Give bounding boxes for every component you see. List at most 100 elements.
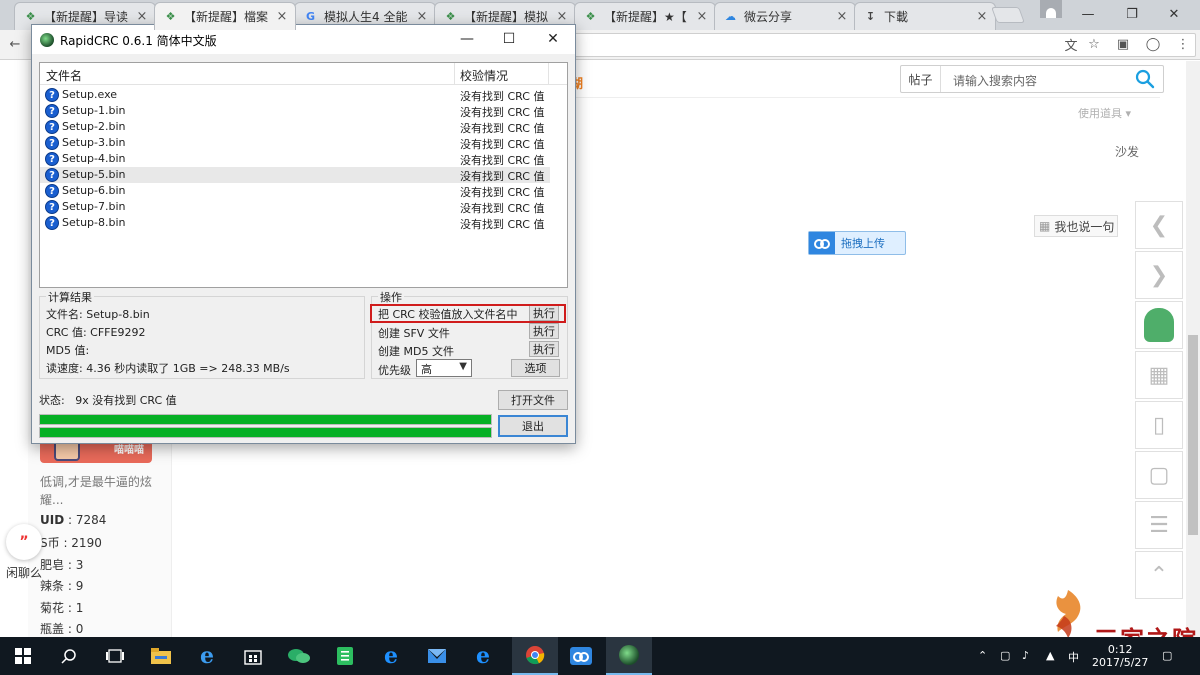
close-icon[interactable]: × <box>835 9 849 24</box>
unknown-crc-icon: ? <box>45 168 59 182</box>
close-icon[interactable]: × <box>275 9 289 24</box>
result-crc: CRC 值: CFFE9292 <box>46 326 146 339</box>
file-row[interactable]: ? Setup-6.bin 没有找到 CRC 值 <box>40 183 550 199</box>
file-name: Setup-7.bin <box>62 200 126 213</box>
file-row[interactable]: ? Setup-1.bin 没有找到 CRC 值 <box>40 103 550 119</box>
execute-create-sfv-button[interactable]: 执行 <box>529 323 559 339</box>
file-name: Setup-8.bin <box>62 216 126 229</box>
weiyun-icon[interactable] <box>558 637 604 675</box>
unknown-crc-icon: ? <box>45 216 59 230</box>
floor-label: 沙发 <box>1115 145 1140 159</box>
column-header-filename[interactable]: 文件名 <box>40 63 455 85</box>
priority-select[interactable]: 高 ▼ <box>416 359 472 377</box>
file-row[interactable]: ? Setup-3.bin 没有找到 CRC 值 <box>40 135 550 151</box>
drag-upload-button[interactable]: 拖拽上传 <box>808 231 906 255</box>
close-icon[interactable]: × <box>975 9 989 24</box>
mobile-icon[interactable]: ▯ <box>1135 401 1183 449</box>
search-icon[interactable] <box>1135 69 1155 89</box>
tray-app-icon[interactable]: ▢ <box>1000 649 1010 662</box>
reply-button[interactable]: ▦ 我也说一句 <box>1034 215 1118 237</box>
options-button[interactable]: 选项 <box>511 359 560 377</box>
browser-tabstrip: ❖ 【新提醒】导读 × ❖ 【新提醒】檔案 × G 模拟人生4 全能 × ❖ 【… <box>0 0 1200 30</box>
browser-tab[interactable]: ☁ 微云分享 × <box>714 2 856 30</box>
use-tools-link[interactable]: 使用道具 ▾ <box>1078 105 1131 121</box>
tray-chevron-icon[interactable]: ⌃ <box>978 649 987 662</box>
file-row[interactable]: ? Setup-4.bin 没有找到 CRC 值 <box>40 151 550 167</box>
browser-tab[interactable]: ❖ 【新提醒】★【 × <box>574 2 716 30</box>
file-name: Setup-2.bin <box>62 120 126 133</box>
download-icon: ↧ <box>865 10 876 23</box>
wechat-icon[interactable] <box>276 637 322 675</box>
close-window-icon[interactable]: ✕ <box>1164 4 1184 24</box>
file-name: Setup.exe <box>62 88 118 101</box>
chrome-icon[interactable] <box>512 637 558 675</box>
progress-fill <box>40 428 491 437</box>
file-status: 没有找到 CRC 值 <box>460 90 545 103</box>
task-view-icon[interactable] <box>92 637 138 675</box>
evernote-icon[interactable] <box>322 637 368 675</box>
profile-icon[interactable] <box>1040 0 1062 18</box>
side-rail: ❮ ❯ ▦ ▯ ▢ ☰ ⌃ <box>1135 201 1183 601</box>
search-category[interactable]: 帖子 <box>901 66 941 92</box>
menu-icon[interactable]: ⋮ <box>1174 35 1192 53</box>
shield-icon[interactable]: ◯ <box>1144 35 1162 53</box>
minimize-icon[interactable]: — <box>456 29 478 49</box>
rapidcrc-icon <box>40 33 54 47</box>
unknown-crc-icon: ? <box>45 104 59 118</box>
execute-create-md5-button[interactable]: 执行 <box>529 341 559 357</box>
restore-icon[interactable]: ❐ <box>1122 4 1142 24</box>
ime-icon[interactable]: 中 <box>1068 649 1079 665</box>
system-clock[interactable]: 0:12 2017/5/27 <box>1092 643 1148 669</box>
progress-bar-total <box>39 427 492 438</box>
browser-tab[interactable]: ↧ 下載 × <box>854 2 996 30</box>
next-arrow-icon[interactable]: ❯ <box>1135 251 1183 299</box>
file-row[interactable]: ? Setup-7.bin 没有找到 CRC 值 <box>40 199 550 215</box>
priority-label: 优先级 <box>378 364 411 377</box>
minimize-icon[interactable]: — <box>1078 4 1098 24</box>
title-bar[interactable]: RapidCRC 0.6.1 简体中文版 — ☐ ✕ <box>32 25 575 54</box>
ie-icon[interactable]: e <box>460 637 506 675</box>
file-row[interactable]: ? Setup-5.bin 没有找到 CRC 值 <box>40 167 550 183</box>
edge-icon[interactable]: e <box>184 637 230 675</box>
action-center-icon[interactable]: ▢ <box>1162 649 1172 662</box>
bookmark-star-icon[interactable]: ☆ <box>1085 35 1103 53</box>
close-icon[interactable]: × <box>415 9 429 24</box>
file-list[interactable]: 文件名 校验情况 ? Setup.exe 没有找到 CRC 值? Setup-1.bi… <box>39 62 568 288</box>
maximize-icon[interactable]: ☐ <box>498 29 520 49</box>
close-icon[interactable]: ✕ <box>542 29 564 49</box>
qrcode-icon[interactable]: ▦ <box>1135 351 1183 399</box>
open-file-button[interactable]: 打开文件 <box>498 390 568 410</box>
translate-icon[interactable]: 文 <box>1062 35 1080 54</box>
forum-icon: ❖ <box>25 10 36 23</box>
comment-icon[interactable]: ▢ <box>1135 451 1183 499</box>
mail-icon[interactable] <box>414 637 460 675</box>
column-header-status[interactable]: 校验情况 <box>455 63 549 85</box>
list-icon[interactable]: ☰ <box>1135 501 1183 549</box>
rapidcrc-icon[interactable] <box>606 637 652 675</box>
browser-tab-active[interactable]: ❖ 【新提醒】檔案 × <box>154 2 296 30</box>
exit-button[interactable]: 退出 <box>498 415 568 437</box>
volume-icon[interactable]: ♪ <box>1022 649 1029 662</box>
close-icon[interactable]: × <box>135 9 149 24</box>
new-tab-button[interactable] <box>991 7 1025 23</box>
chat-quote-icon[interactable]: ” <box>6 524 42 560</box>
store-icon[interactable] <box>230 637 276 675</box>
prev-arrow-icon[interactable]: ❮ <box>1135 201 1183 249</box>
chevron-down-icon: ▼ <box>459 361 467 372</box>
chat-label[interactable]: 闲聊么 <box>6 564 42 581</box>
file-explorer-icon[interactable] <box>138 637 184 675</box>
file-row[interactable]: ? Setup-8.bin 没有找到 CRC 值 <box>40 215 550 231</box>
mascot-avatar[interactable] <box>1135 301 1183 349</box>
close-icon[interactable]: × <box>555 9 569 24</box>
search-input[interactable]: 请输入搜索内容 <box>953 72 1037 89</box>
search-icon[interactable] <box>46 637 92 675</box>
extension-icon[interactable]: ▣ <box>1114 35 1132 53</box>
close-icon[interactable]: × <box>695 9 709 24</box>
file-row[interactable]: ? Setup-2.bin 没有找到 CRC 值 <box>40 119 550 135</box>
scroll-thumb[interactable] <box>1188 335 1198 535</box>
network-icon[interactable]: ▲ <box>1046 649 1054 662</box>
back-icon[interactable]: ← <box>6 35 24 53</box>
ie-icon[interactable]: e <box>368 637 414 675</box>
start-icon[interactable] <box>0 637 46 675</box>
file-row[interactable]: ? Setup.exe 没有找到 CRC 值 <box>40 87 550 103</box>
